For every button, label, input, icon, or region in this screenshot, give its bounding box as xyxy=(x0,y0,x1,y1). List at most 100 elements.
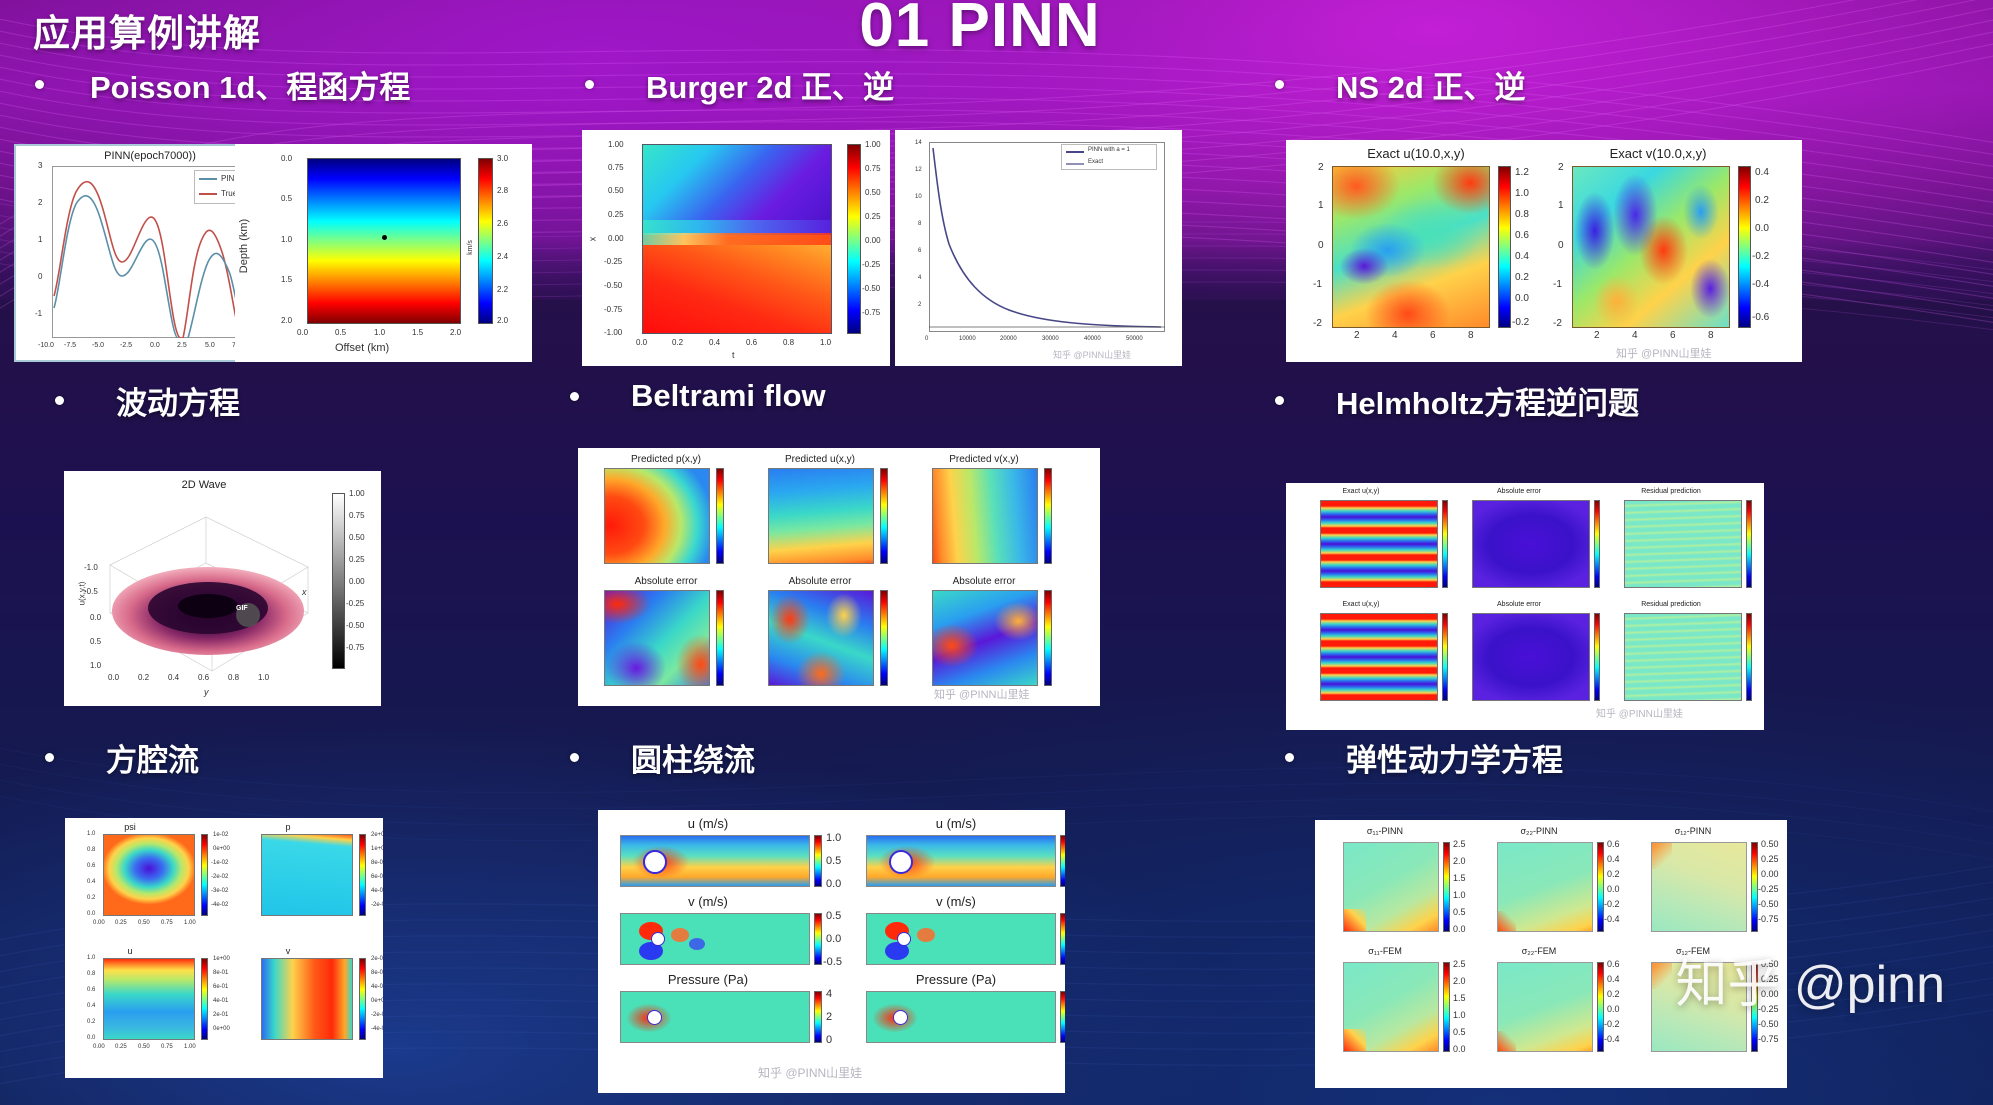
figure-burger-forward: 1.00 0.75 0.50 0.25 0.00 -0.25 -0.50 -0.… xyxy=(582,130,890,366)
cbar-tick: 2.5 xyxy=(1453,839,1466,849)
y-tick: -1 xyxy=(1313,279,1322,290)
legend-label: PINN with a = 1 xyxy=(1088,147,1130,153)
legend-swatch xyxy=(1066,163,1084,165)
helmholtz-cbar-4 xyxy=(1442,613,1448,701)
beltrami-errv-colorbar xyxy=(1044,590,1052,686)
cbar-tick: -0.50 xyxy=(862,284,881,293)
x-tick: 5.0 xyxy=(205,342,215,349)
cbar-tick: 2.0 xyxy=(497,316,509,325)
cbar-tick: 0.6 xyxy=(1607,839,1620,849)
x-tick: 1.0 xyxy=(258,673,270,682)
bullet-dot-icon xyxy=(1285,753,1294,762)
burger-field xyxy=(642,144,832,334)
cbar-tick: 1.5 xyxy=(1453,993,1466,1003)
eikonal-colorbar xyxy=(478,158,493,324)
elastic-cbar-2 xyxy=(1597,842,1604,932)
x-tick: -5.0 xyxy=(92,342,105,349)
inverse-curve xyxy=(929,147,1165,328)
chart-title: σ₂₂-PINN xyxy=(1520,826,1558,836)
z-tick: 1.0 xyxy=(90,661,102,670)
gif-badge[interactable]: GIF xyxy=(236,605,248,612)
cbar-tick: 1.00 xyxy=(349,489,365,498)
vortex-positive xyxy=(917,928,935,942)
ns-exact-u-field xyxy=(1332,166,1490,328)
page-title-left: 应用算例讲解 xyxy=(33,13,261,54)
chart-title: Absolute error xyxy=(952,576,1016,587)
beltrami-erru-colorbar xyxy=(880,590,888,686)
cbar-tick: 0.0 xyxy=(826,878,842,890)
bullet-burger: Burger 2d 正、逆 xyxy=(585,62,894,107)
figure-cylinder: u (m/s) 1.0 0.5 0.0 u (m/s) v (m/s) 0.5 … xyxy=(598,810,1065,1093)
bullet-dot-icon xyxy=(570,753,579,762)
cbar-tick: -4e-02 xyxy=(211,902,229,908)
cbar-tick: 0.2 xyxy=(1515,272,1529,283)
y-tick: 0.25 xyxy=(608,210,624,219)
cbar-tick: 2e-01 xyxy=(213,1012,229,1018)
y-tick: 0.75 xyxy=(608,163,624,172)
x-tick: 0.00 xyxy=(93,920,105,926)
chart-title: Absolute error xyxy=(788,576,852,587)
x-tick: 0.2 xyxy=(672,338,684,347)
cbar-tick: 0.00 xyxy=(865,236,881,245)
stress-concentration xyxy=(1652,843,1672,869)
cbar-tick: 0e+00 xyxy=(213,846,230,852)
y-tick: 0.4 xyxy=(87,879,96,885)
y-tick: -1 xyxy=(35,309,43,318)
ns-u-colorbar xyxy=(1498,166,1511,328)
cavity-v-field xyxy=(261,958,353,1040)
x-tick: 1.0 xyxy=(820,338,832,347)
cbar-tick: -0.75 xyxy=(1758,1034,1779,1044)
cbar-tick: 4e-01 xyxy=(213,998,229,1004)
cbar-tick: -0.25 xyxy=(346,599,365,608)
cbar-tick: -0.2 xyxy=(1512,317,1530,328)
cylinder-u-right xyxy=(866,835,1056,887)
cbar-tick: -0.5 xyxy=(823,956,842,968)
cbar-tick: 0.0 xyxy=(1607,884,1620,894)
y-tick: 0.6 xyxy=(87,987,96,993)
chart-title: Pressure (Pa) xyxy=(667,972,749,987)
burger-lower-region xyxy=(643,235,831,333)
chart-title: u (m/s) xyxy=(935,816,977,831)
cbar-tick: 1.0 xyxy=(826,832,842,844)
x-tick: 10000 xyxy=(959,336,976,342)
watermark: 知乎 @PINN山里娃 xyxy=(934,689,1030,701)
cbar-tick: 0.0 xyxy=(1755,223,1769,234)
cbar-tick: 0.75 xyxy=(349,511,365,520)
x-tick: 0.2 xyxy=(138,673,150,682)
figure-ns-group: Exact u(10.0,x,y) 2 1 0 -1 -2 2 4 6 8 1.… xyxy=(1286,140,1802,362)
cbar-tick: 0.6 xyxy=(1515,230,1529,241)
helmholtz-residual-2 xyxy=(1624,613,1742,701)
cbar-tick: 1e+00 xyxy=(213,956,230,962)
cbar-tick: -0.75 xyxy=(1758,914,1779,924)
x-tick: 1.5 xyxy=(412,328,424,337)
cbar-tick: -2e-02 xyxy=(211,874,229,880)
x-tick: 0.6 xyxy=(198,673,210,682)
bullet-helmholtz: Helmholtz方程逆问题 xyxy=(1275,378,1639,423)
x-tick: 2 xyxy=(1594,330,1600,341)
cbar-tick: -0.6 xyxy=(1752,312,1770,323)
cbar-tick: 0.0 xyxy=(1515,293,1529,304)
y-tick: 0.00 xyxy=(608,234,624,243)
x-tick: 0.4 xyxy=(168,673,180,682)
y-tick: 0.4 xyxy=(87,1003,96,1009)
cbar-tick: 3.0 xyxy=(497,154,509,163)
cbar-tick: 1.5 xyxy=(1453,873,1466,883)
cbar-tick: -0.25 xyxy=(862,260,881,269)
cbar-tick: 2e-01 xyxy=(371,956,383,962)
elastic-s22-pinn xyxy=(1497,842,1593,932)
y-tick: -0.75 xyxy=(604,305,623,314)
y-axis-label: y xyxy=(204,687,209,697)
bullet-dot-icon xyxy=(1275,396,1284,405)
cbar-tick: 2e+00 xyxy=(371,832,383,838)
x-tick: 30000 xyxy=(1042,336,1059,342)
cbar-tick: 0 xyxy=(826,1034,833,1046)
burger-interface xyxy=(643,233,831,245)
chart-title: 2D Wave xyxy=(181,479,227,491)
x-tick: 0.6 xyxy=(746,338,758,347)
figure-burger-inverse: PINN with a = 1 Exact 14 12 10 8 6 4 2 0… xyxy=(895,130,1182,366)
x-tick: 50000 xyxy=(1126,336,1143,342)
y-tick: -1 xyxy=(1553,279,1562,290)
y-tick: 0.6 xyxy=(87,863,96,869)
bullet-dot-icon xyxy=(570,391,579,401)
y-tick: 2 xyxy=(38,198,43,207)
